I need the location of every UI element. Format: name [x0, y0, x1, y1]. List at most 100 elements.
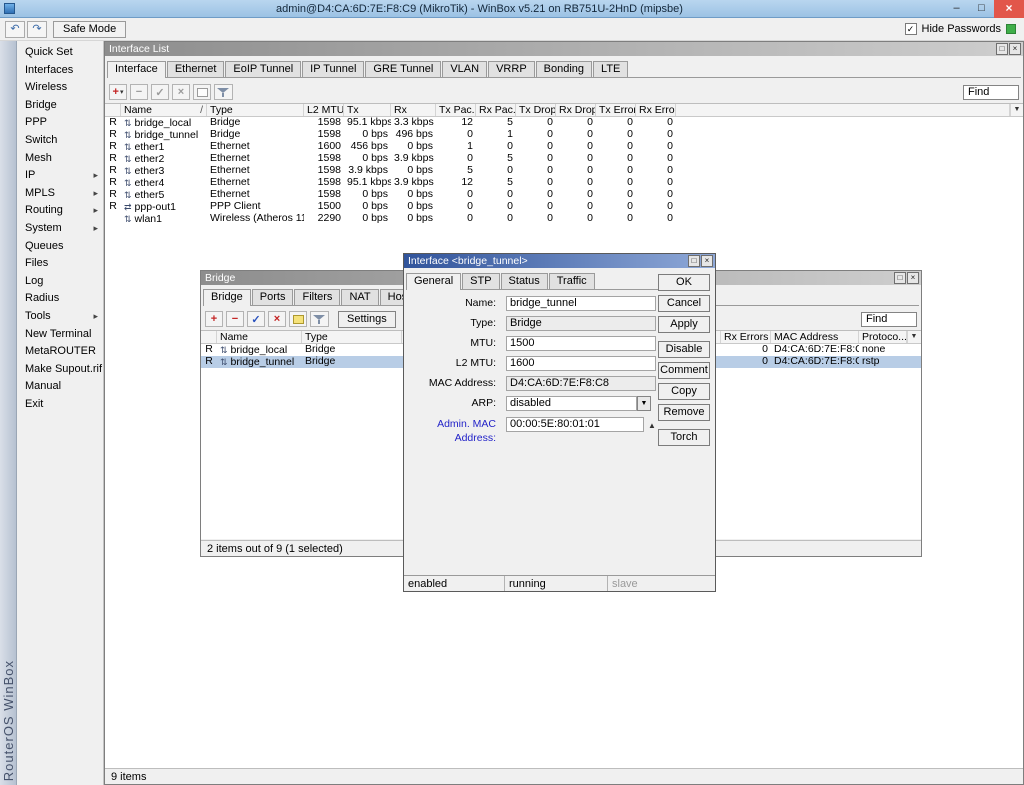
- tab[interactable]: Interface: [107, 61, 166, 78]
- sidebar-item[interactable]: Tools ▸: [17, 308, 103, 326]
- table-row[interactable]: R ⇅ether1 Ethernet 1600 456 bps 0 bps 1 …: [105, 141, 1023, 153]
- column-header-tx-packet[interactable]: Tx Pac...: [436, 104, 476, 116]
- sidebar-item[interactable]: Bridge: [17, 97, 103, 115]
- settings-button[interactable]: Settings: [338, 311, 396, 328]
- remove-button[interactable]: Remove: [658, 404, 710, 421]
- maximize-icon[interactable]: □: [969, 0, 994, 18]
- column-header-rx-errors[interactable]: Rx Errors: [636, 104, 676, 116]
- disable-button[interactable]: Disable: [658, 341, 710, 358]
- column-header-l2mtu[interactable]: L2 MTU: [304, 104, 344, 116]
- column-header-rx-packet[interactable]: Rx Pac...: [476, 104, 516, 116]
- interface-list-titlebar[interactable]: Interface List □ ×: [105, 42, 1023, 56]
- collapse-field-icon[interactable]: ▲: [648, 419, 656, 433]
- close-icon[interactable]: ×: [701, 255, 713, 267]
- sidebar-item[interactable]: MPLS ▸: [17, 185, 103, 203]
- tab[interactable]: Ports: [252, 289, 294, 305]
- sidebar-item[interactable]: Radius: [17, 290, 103, 308]
- column-header-flag[interactable]: [105, 104, 121, 116]
- column-header-protocol[interactable]: Protoco...: [859, 331, 907, 343]
- sidebar-item[interactable]: Mesh: [17, 150, 103, 168]
- column-header-tx-errors[interactable]: Tx Errors: [596, 104, 636, 116]
- column-header-rx-errors[interactable]: Rx Errors: [721, 331, 771, 343]
- tab[interactable]: Bonding: [536, 61, 592, 77]
- tab[interactable]: IP Tunnel: [302, 61, 364, 77]
- tab[interactable]: Filters: [294, 289, 340, 305]
- cancel-button[interactable]: Cancel: [658, 295, 710, 312]
- apply-button[interactable]: Apply: [658, 316, 710, 333]
- disable-button[interactable]: ×: [172, 84, 190, 100]
- admin-mac-input[interactable]: 00:00:5E:80:01:01: [506, 417, 644, 432]
- safe-mode-button[interactable]: Safe Mode: [53, 21, 126, 38]
- column-header-rx[interactable]: Rx: [391, 104, 436, 116]
- tab[interactable]: EoIP Tunnel: [225, 61, 301, 77]
- sidebar-item[interactable]: Routing ▸: [17, 202, 103, 220]
- find-button[interactable]: Find: [963, 85, 1019, 100]
- find-button[interactable]: Find: [861, 312, 917, 327]
- remove-button[interactable]: −: [226, 311, 244, 327]
- comment-button[interactable]: [193, 84, 211, 100]
- tab[interactable]: Status: [501, 273, 548, 289]
- remove-button[interactable]: −: [130, 84, 148, 100]
- tab[interactable]: VRRP: [488, 61, 535, 77]
- table-row[interactable]: R ⇅ether2 Ethernet 1598 0 bps 3.9 kbps 0…: [105, 153, 1023, 165]
- tab[interactable]: STP: [462, 273, 499, 289]
- name-input[interactable]: bridge_tunnel: [506, 296, 656, 311]
- table-row[interactable]: R ⇅ether4 Ethernet 1598 95.1 kbps 3.9 kb…: [105, 177, 1023, 189]
- tab[interactable]: NAT: [341, 289, 378, 305]
- comment-button[interactable]: [289, 311, 307, 327]
- arp-select[interactable]: disabled: [506, 396, 637, 411]
- sidebar-item[interactable]: MetaROUTER: [17, 343, 103, 361]
- undo-icon[interactable]: ↶: [5, 21, 25, 38]
- column-header-flag[interactable]: [201, 331, 217, 343]
- minimize-icon[interactable]: –: [944, 0, 969, 18]
- table-row[interactable]: R ⇅bridge_tunnel Bridge 1598 0 bps 496 b…: [105, 129, 1023, 141]
- enable-button[interactable]: ✓: [247, 311, 265, 327]
- hide-passwords-checkbox[interactable]: ✓: [905, 23, 917, 35]
- restore-icon[interactable]: □: [688, 255, 700, 267]
- sidebar-item[interactable]: New Terminal: [17, 326, 103, 344]
- redo-icon[interactable]: ↷: [27, 21, 47, 38]
- dialog-titlebar[interactable]: Interface <bridge_tunnel> □ ×: [404, 254, 715, 268]
- close-icon[interactable]: ×: [1009, 43, 1021, 55]
- table-row[interactable]: R ⇅ether5 Ethernet 1598 0 bps 0 bps 0 0 …: [105, 189, 1023, 201]
- column-header-rx-drops[interactable]: Rx Drops: [556, 104, 596, 116]
- column-chooser-icon[interactable]: ▼: [907, 331, 920, 343]
- add-button[interactable]: +: [205, 311, 223, 327]
- restore-icon[interactable]: □: [996, 43, 1008, 55]
- sidebar-item[interactable]: Quick Set: [17, 44, 103, 62]
- sidebar-item[interactable]: Exit: [17, 396, 103, 414]
- sidebar-item[interactable]: IP ▸: [17, 167, 103, 185]
- column-header-type[interactable]: Type: [207, 104, 304, 116]
- copy-button[interactable]: Copy: [658, 383, 710, 400]
- add-button[interactable]: +▾: [109, 84, 127, 100]
- tab[interactable]: VLAN: [442, 61, 487, 77]
- column-header-mac[interactable]: MAC Address: [771, 331, 859, 343]
- mtu-input[interactable]: 1500: [506, 336, 656, 351]
- table-row[interactable]: R ⇅bridge_local Bridge 1598 95.1 kbps 3.…: [105, 117, 1023, 129]
- sidebar-item[interactable]: PPP: [17, 114, 103, 132]
- tab[interactable]: General: [406, 273, 461, 290]
- close-icon[interactable]: ×: [994, 0, 1024, 18]
- table-row[interactable]: R ⇄ppp-out1 PPP Client 1500 0 bps 0 bps …: [105, 201, 1023, 213]
- close-icon[interactable]: ×: [907, 272, 919, 284]
- sidebar-item[interactable]: System ▸: [17, 220, 103, 238]
- torch-button[interactable]: Torch: [658, 429, 710, 446]
- column-header-type[interactable]: Type: [302, 331, 402, 343]
- filter-button[interactable]: [310, 311, 329, 327]
- sidebar-item[interactable]: Log: [17, 273, 103, 291]
- tab[interactable]: LTE: [593, 61, 628, 77]
- sidebar-item[interactable]: Wireless: [17, 79, 103, 97]
- column-header-tx-drops[interactable]: Tx Drops: [516, 104, 556, 116]
- tab[interactable]: Traffic: [549, 273, 595, 289]
- column-header-tx[interactable]: Tx: [344, 104, 391, 116]
- arp-dropdown-icon[interactable]: ▼: [637, 396, 651, 411]
- disable-button[interactable]: ×: [268, 311, 286, 327]
- sidebar-item[interactable]: Interfaces: [17, 62, 103, 80]
- comment-button[interactable]: Comment: [658, 362, 710, 379]
- enable-button[interactable]: ✓: [151, 84, 169, 100]
- ok-button[interactable]: OK: [658, 274, 710, 291]
- l2mtu-input[interactable]: 1600: [506, 356, 656, 371]
- column-header-name[interactable]: Name: [217, 331, 302, 343]
- table-row[interactable]: ⇅wlan1 Wireless (Atheros 11N) 2290 0 bps…: [105, 213, 1023, 225]
- column-chooser-icon[interactable]: ▼: [1010, 104, 1023, 116]
